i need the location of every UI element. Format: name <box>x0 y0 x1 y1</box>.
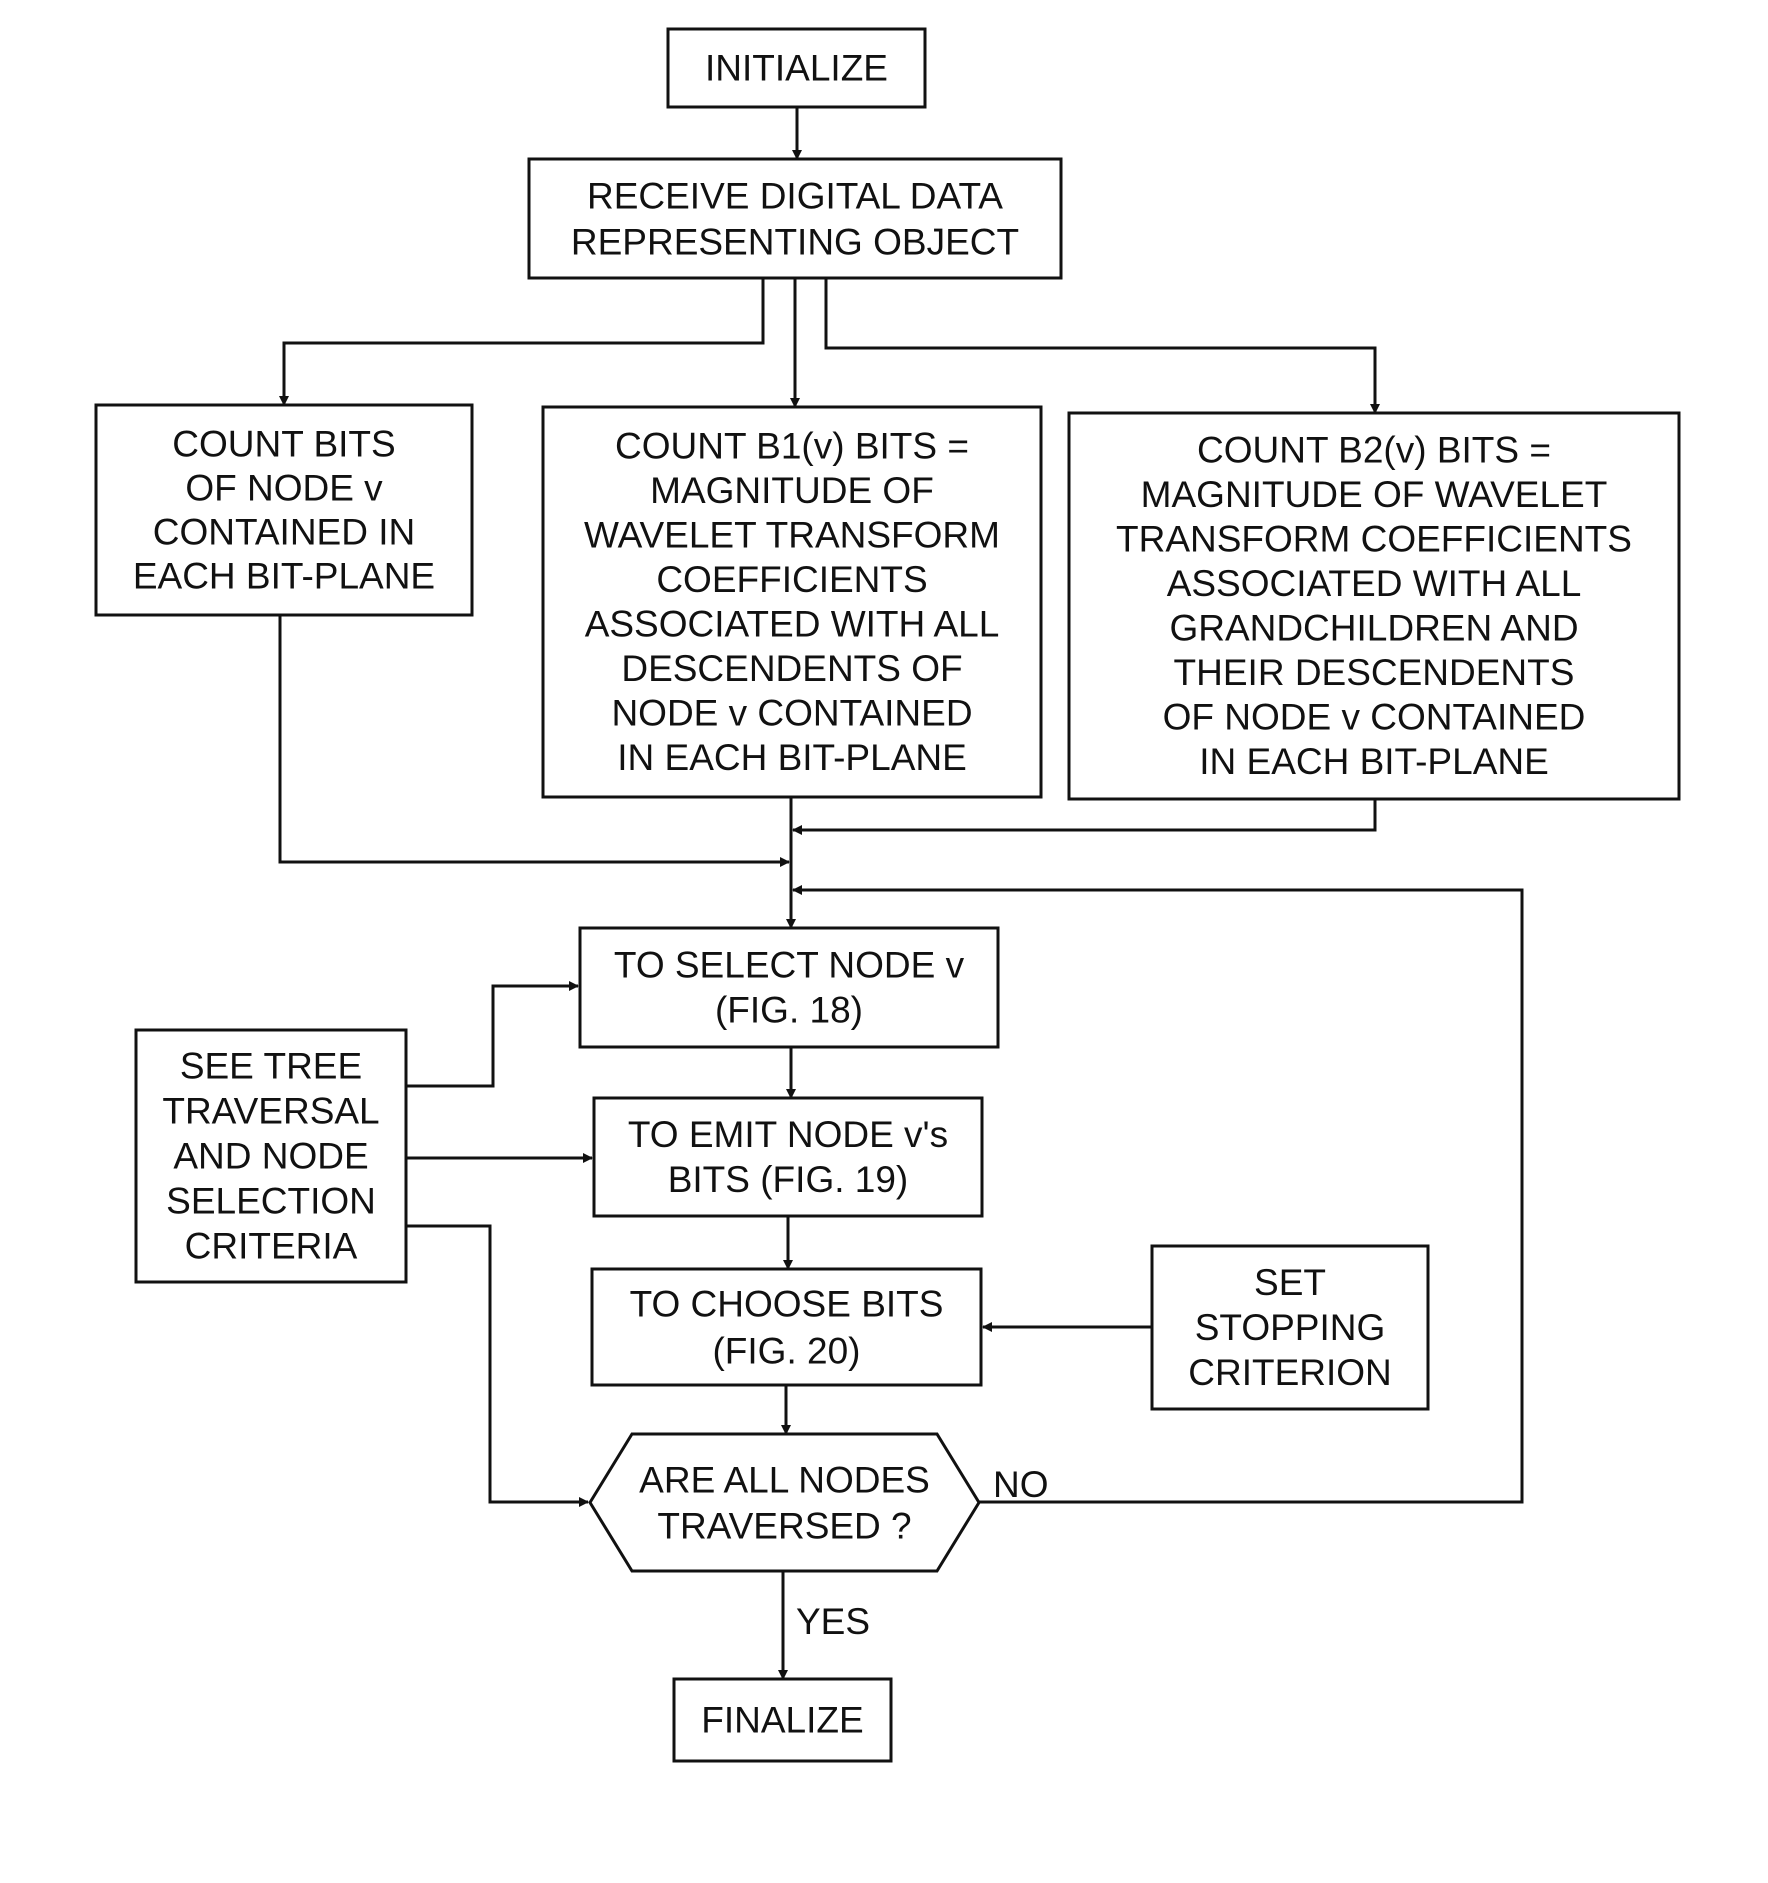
node-text-line: AND NODE <box>173 1136 368 1177</box>
node-text-line: DESCENDENTS OF <box>621 648 962 689</box>
node-text-line: STOPPING <box>1195 1307 1386 1348</box>
node-initialize: INITIALIZE <box>666 27 927 109</box>
edge-receive-count-bits <box>279 278 765 406</box>
node-text-line: TRAVERSED ? <box>657 1505 911 1546</box>
node-text-line: BITS (FIG. 19) <box>668 1159 909 1200</box>
node-text-line: TO SELECT NODE v <box>614 945 965 986</box>
node-text-line: WAVELET TRANSFORM <box>584 515 1000 556</box>
node-emit-bits: TO EMIT NODE v'sBITS (FIG. 19) <box>592 1096 984 1218</box>
node-count-bits: COUNT BITSOF NODE vCONTAINED INEACH BIT-… <box>94 403 474 617</box>
node-text-line: EACH BIT-PLANE <box>133 555 435 596</box>
edge-receive-count-b2 <box>824 278 1380 414</box>
edge-count-b2-merge <box>792 799 1377 835</box>
node-text-line: IN EACH BIT-PLANE <box>1199 741 1549 782</box>
node-text-line: ASSOCIATED WITH ALL <box>1167 563 1582 604</box>
node-text-line: TO EMIT NODE v's <box>628 1114 948 1155</box>
flowchart: INITIALIZE RECEIVE DIGITAL DATA REPRESENTI… <box>94 27 1681 1763</box>
node-text-line: CRITERIA <box>185 1226 358 1267</box>
node-text-line: (FIG. 20) <box>712 1331 860 1372</box>
node-text-line: TO CHOOSE BITS <box>630 1284 944 1325</box>
node-choose-bits: TO CHOOSE BITS (FIG. 20) <box>590 1267 983 1387</box>
node-stopping: SETSTOPPINGCRITERION <box>1150 1244 1430 1411</box>
node-text-line: COUNT B1(v) BITS = <box>615 426 969 467</box>
node-text-line: (FIG. 18) <box>715 990 863 1031</box>
edge-label-yes: YES <box>796 1601 870 1642</box>
node-text-line: GRANDCHILDREN AND <box>1169 608 1578 649</box>
node-text-line: OF NODE v <box>185 467 383 508</box>
node-finalize: FINALIZE <box>672 1677 893 1763</box>
node-tree-traversal: SEE TREETRAVERSALAND NODESELECTIONCRITER… <box>134 1028 408 1284</box>
node-text-line: MAGNITUDE OF <box>650 470 934 511</box>
node-text-line: COUNT BITS <box>172 423 395 464</box>
node-text-line: SET <box>1254 1262 1326 1303</box>
node-text-line: COEFFICIENTS <box>656 559 927 600</box>
edge-tree-decision <box>406 1224 589 1507</box>
node-select-node: TO SELECT NODE v(FIG. 18) <box>578 926 1000 1049</box>
node-text-line: MAGNITUDE OF WAVELET <box>1141 474 1608 515</box>
node-all-traversed: ARE ALL NODES TRAVERSED ? <box>588 1432 981 1573</box>
decision-shape <box>588 1432 981 1573</box>
node-text-line: FINALIZE <box>701 1699 863 1740</box>
node-text-line: CONTAINED IN <box>153 511 415 552</box>
node-text-line: NODE v CONTAINED <box>611 693 972 734</box>
node-text-line: CRITERION <box>1188 1352 1392 1393</box>
edge-tree-select <box>406 981 579 1088</box>
node-receive: RECEIVE DIGITAL DATA REPRESENTING OBJECT <box>527 157 1063 280</box>
node-text-line: COUNT B2(v) BITS = <box>1197 430 1551 471</box>
edge-label-no: NO <box>993 1464 1049 1505</box>
node-count-b2: COUNT B2(v) BITS =MAGNITUDE OF WAVELETTR… <box>1067 411 1681 801</box>
node-text-line: SEE TREE <box>180 1046 362 1087</box>
node-text-line: TRAVERSAL <box>162 1091 379 1132</box>
node-text-line: ASSOCIATED WITH ALL <box>585 604 1000 645</box>
node-count-b1: COUNT B1(v) BITS =MAGNITUDE OFWAVELET TR… <box>541 405 1043 799</box>
node-text-line: OF NODE v CONTAINED <box>1163 697 1586 738</box>
node-text-line: IN EACH BIT-PLANE <box>617 737 967 778</box>
node-text-line: REPRESENTING OBJECT <box>571 221 1019 262</box>
node-text-line: THEIR DESCENDENTS <box>1174 652 1575 693</box>
node-text-line: RECEIVE DIGITAL DATA <box>587 175 1003 216</box>
node-text-line: TRANSFORM COEFFICIENTS <box>1116 519 1632 560</box>
node-text-line: ARE ALL NODES <box>639 1459 930 1500</box>
node-text-line: SELECTION <box>166 1181 376 1222</box>
node-text-line: INITIALIZE <box>705 47 888 88</box>
